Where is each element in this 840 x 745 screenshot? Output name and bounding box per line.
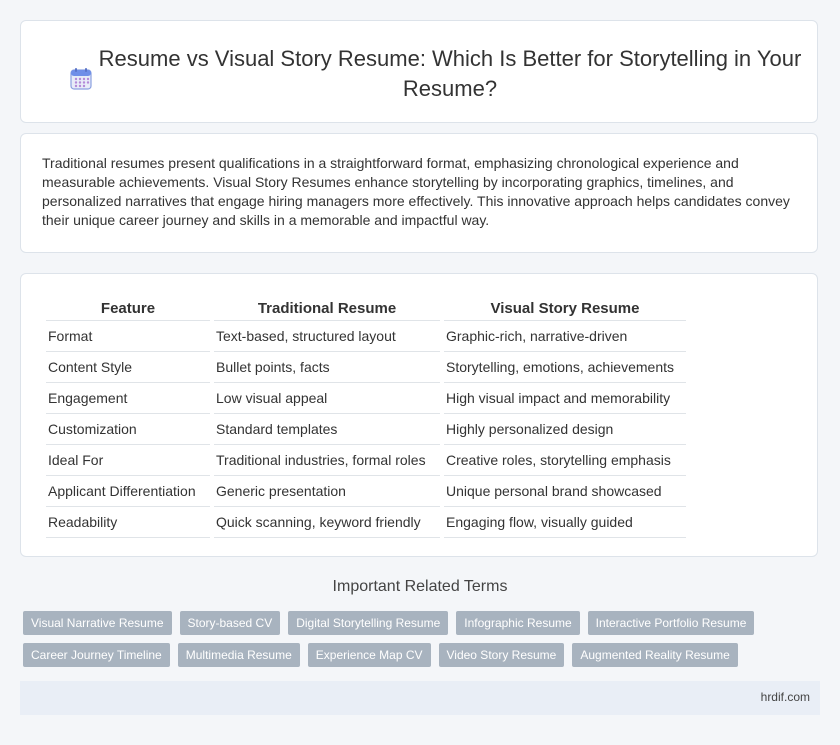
header-traditional: Traditional Resume: [214, 295, 440, 321]
related-term-tag[interactable]: Career Journey Timeline: [23, 643, 170, 667]
cell-traditional: Quick scanning, keyword friendly: [214, 507, 440, 538]
table-row: Engagement Low visual appeal High visual…: [46, 383, 686, 414]
cell-feature: Format: [46, 321, 210, 352]
cell-feature: Content Style: [46, 352, 210, 383]
header-feature: Feature: [46, 295, 210, 321]
related-term-tag[interactable]: Experience Map CV: [307, 643, 431, 667]
related-term-tag[interactable]: Video Story Resume: [438, 643, 565, 667]
table-header-row: Feature Traditional Resume Visual Story …: [46, 295, 686, 321]
cell-traditional: Bullet points, facts: [214, 352, 440, 383]
cell-feature: Customization: [46, 414, 210, 445]
cell-traditional: Low visual appeal: [214, 383, 440, 414]
cell-visual-story: Engaging flow, visually guided: [444, 507, 686, 538]
cell-visual-story: Highly personalized design: [444, 414, 686, 445]
cell-feature: Ideal For: [46, 445, 210, 476]
footer-site[interactable]: hrdif.com: [761, 690, 810, 704]
related-terms-title: Important Related Terms: [332, 578, 508, 595]
table-row: Applicant Differentiation Generic presen…: [46, 476, 686, 507]
cell-traditional: Text-based, structured layout: [214, 321, 440, 352]
table-row: Format Text-based, structured layout Gra…: [46, 321, 686, 352]
cell-traditional: Standard templates: [214, 414, 440, 445]
cell-feature: Engagement: [46, 383, 210, 414]
comparison-card: Feature Traditional Resume Visual Story …: [20, 273, 818, 557]
related-term-tag[interactable]: Multimedia Resume: [177, 643, 300, 667]
table-row: Customization Standard templates Highly …: [46, 414, 686, 445]
related-term-tag[interactable]: Digital Storytelling Resume: [288, 611, 449, 635]
page-title: Resume vs Visual Story Resume: Which Is …: [98, 46, 802, 101]
intro-paragraph: Traditional resumes present qualificatio…: [42, 155, 790, 228]
header-visual-story: Visual Story Resume: [444, 295, 686, 321]
cell-traditional: Generic presentation: [214, 476, 440, 507]
related-term-tag[interactable]: Augmented Reality Resume: [572, 643, 738, 667]
cell-visual-story: Graphic-rich, narrative-driven: [444, 321, 686, 352]
cell-feature: Readability: [46, 507, 210, 538]
table-row: Ideal For Traditional industries, formal…: [46, 445, 686, 476]
related-term-tag[interactable]: Interactive Portfolio Resume: [587, 611, 755, 635]
related-term-tag[interactable]: Infographic Resume: [456, 611, 580, 635]
related-terms-list: Visual Narrative Resume Story-based CV D…: [23, 611, 803, 667]
cell-visual-story: Storytelling, emotions, achievements: [444, 352, 686, 383]
intro-card: Traditional resumes present qualificatio…: [20, 133, 818, 253]
table-row: Readability Quick scanning, keyword frie…: [46, 507, 686, 538]
cell-visual-story: Creative roles, storytelling emphasis: [444, 445, 686, 476]
cell-feature: Applicant Differentiation: [46, 476, 210, 507]
related-term-tag[interactable]: Story-based CV: [179, 611, 281, 635]
related-term-tag[interactable]: Visual Narrative Resume: [23, 611, 172, 635]
cell-visual-story: High visual impact and memorability: [444, 383, 686, 414]
comparison-table: Feature Traditional Resume Visual Story …: [42, 295, 690, 538]
cell-visual-story: Unique personal brand showcased: [444, 476, 686, 507]
footer: hrdif.com: [20, 681, 820, 715]
cell-traditional: Traditional industries, formal roles: [214, 445, 440, 476]
table-row: Content Style Bullet points, facts Story…: [46, 352, 686, 383]
